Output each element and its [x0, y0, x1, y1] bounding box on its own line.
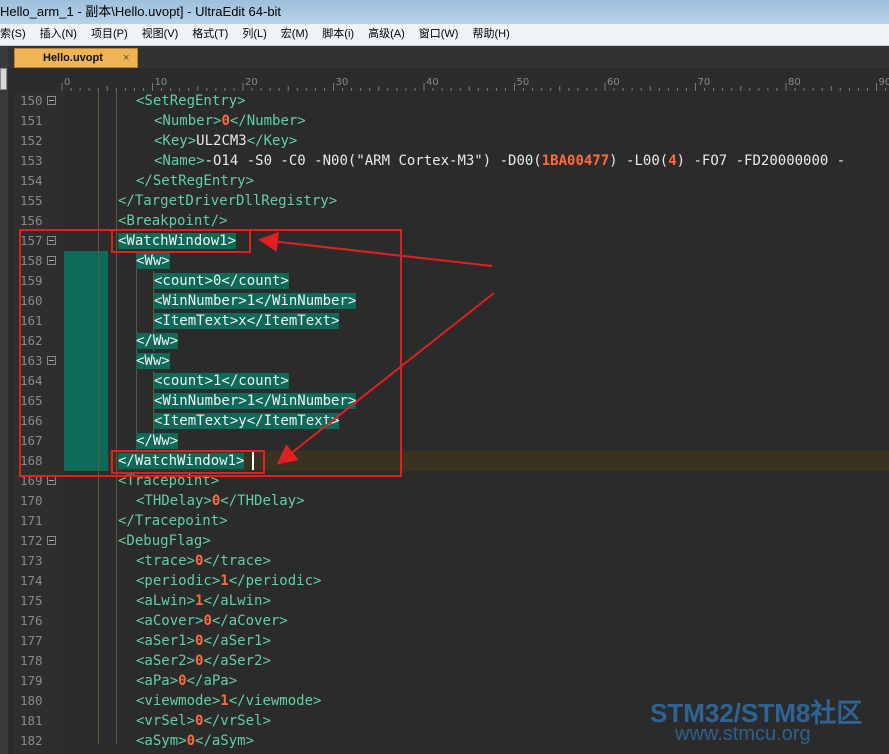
- arrow-to-close-tag: [276, 292, 495, 465]
- watermark-url: www.stmcu.org: [675, 723, 811, 745]
- text-cursor: [252, 452, 254, 470]
- arrow-to-open-tag: [258, 231, 493, 267]
- annotation-arrows: [258, 231, 495, 465]
